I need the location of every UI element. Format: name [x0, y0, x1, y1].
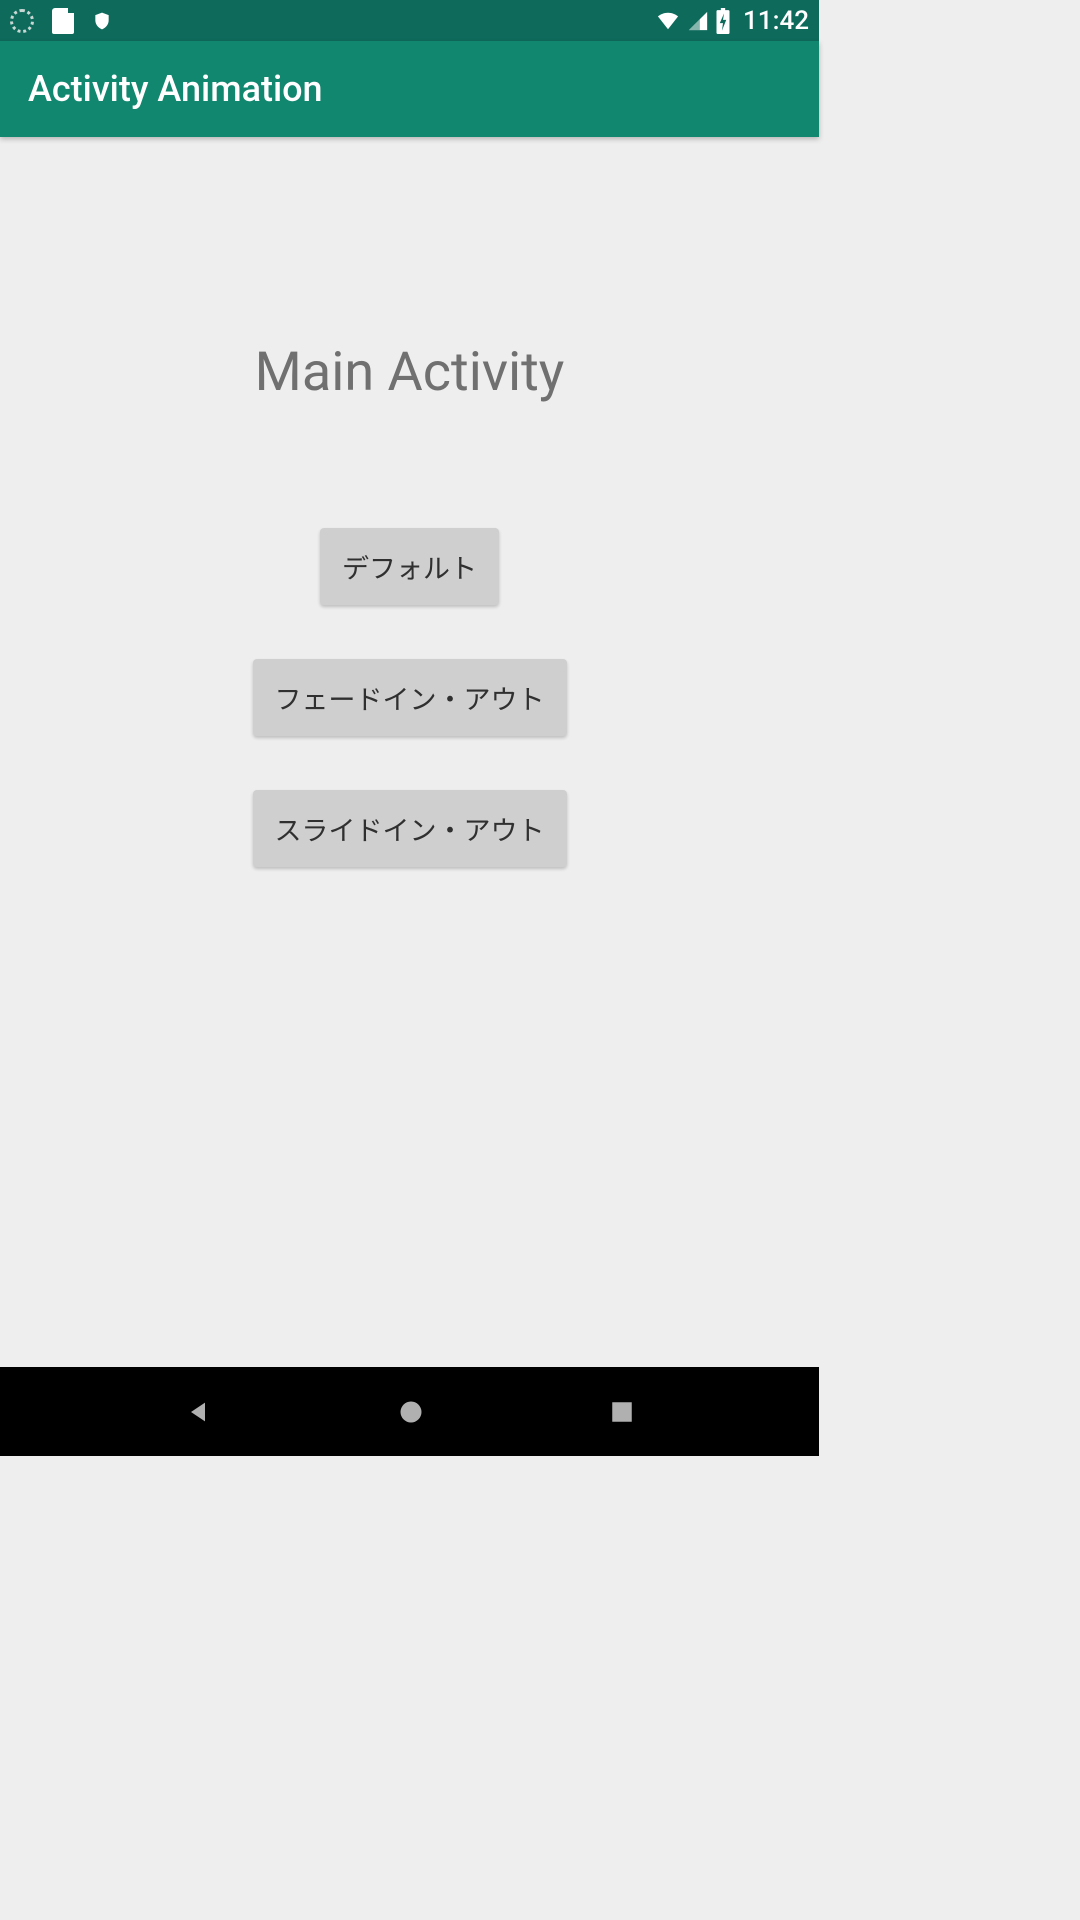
wifi-icon [655, 10, 681, 32]
content-area: Main Activity デフォルト フェードイン・アウト スライドイン・アウ… [0, 137, 819, 1367]
fade-in-out-button[interactable]: フェードイン・アウト [253, 659, 567, 736]
back-icon[interactable] [184, 1398, 212, 1426]
status-bar: 11:42 [0, 0, 819, 41]
app-title: Activity Animation [28, 68, 323, 110]
slide-in-out-button[interactable]: スライドイン・アウト [253, 790, 567, 867]
loading-spinner-icon [10, 9, 34, 33]
battery-charging-icon [715, 8, 731, 34]
page-heading: Main Activity [255, 341, 565, 404]
status-clock: 11:42 [743, 6, 809, 36]
cellular-signal-icon [687, 10, 709, 32]
default-button[interactable]: デフォルト [320, 528, 499, 605]
nav-bar-inner [0, 1398, 819, 1426]
button-stack: デフォルト フェードイン・アウト スライドイン・アウト [253, 528, 567, 867]
status-right: 11:42 [655, 6, 809, 36]
sd-card-icon [52, 8, 74, 34]
navigation-bar [0, 1367, 819, 1456]
shield-icon [92, 9, 112, 33]
app-bar: Activity Animation [0, 41, 819, 137]
recents-icon[interactable] [609, 1399, 635, 1425]
status-left [10, 8, 112, 34]
home-icon[interactable] [397, 1398, 425, 1426]
